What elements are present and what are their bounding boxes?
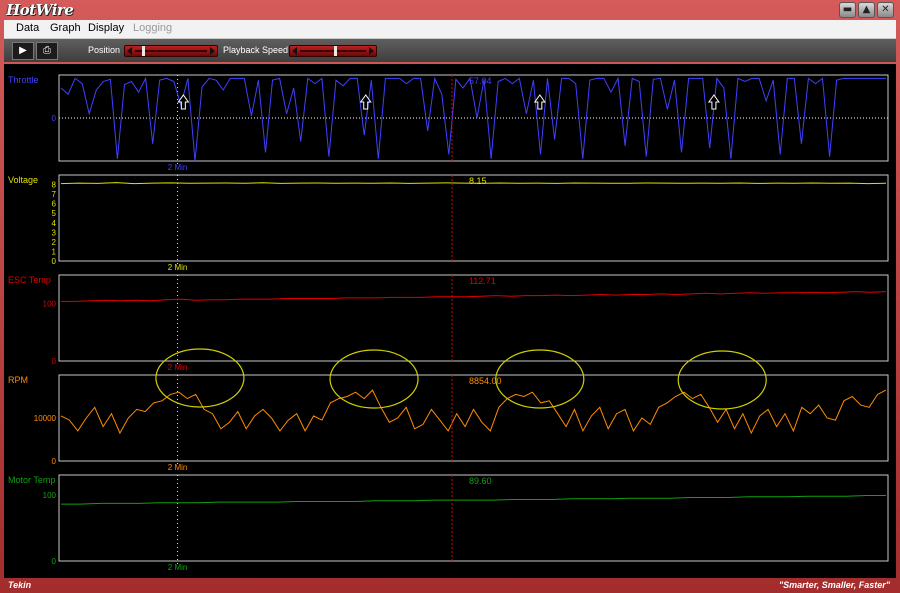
- y-tick-label: 0: [52, 257, 57, 266]
- status-bar: Tekin "Smarter, Smaller, Faster": [0, 579, 900, 593]
- panel-title: ESC Temp: [8, 275, 51, 285]
- series-line: [61, 495, 886, 505]
- position-label: Position: [88, 45, 121, 55]
- print-button[interactable]: ⎙: [36, 42, 58, 60]
- slider-track: [135, 50, 207, 52]
- app-logo: HotWire: [6, 1, 74, 19]
- toolbar: ▶ ⎙ Position Playback Speed: [4, 39, 896, 62]
- y-tick-label: 100: [43, 300, 57, 309]
- highlight-ellipse: [495, 349, 585, 409]
- y-tick-label: 4: [52, 219, 57, 228]
- slider-track: [300, 50, 366, 52]
- panel-title: Throttle: [8, 75, 39, 85]
- panel-frame: [58, 174, 889, 262]
- series-line: [60, 76, 886, 162]
- menu-graph[interactable]: Graph: [50, 22, 81, 34]
- y-tick-label: 0: [52, 114, 57, 123]
- time-marker-label: 2 Min: [168, 263, 188, 272]
- panel-title: Motor Temp: [8, 475, 55, 485]
- menu-data[interactable]: Data: [16, 22, 39, 34]
- cursor-value: 112.71: [469, 276, 496, 286]
- slider-right-arrow-icon[interactable]: [369, 47, 374, 55]
- y-tick-label: 6: [52, 200, 57, 209]
- y-tick-label: 1: [52, 247, 57, 256]
- play-icon: ▶: [19, 45, 27, 56]
- panel-frame: [58, 374, 889, 462]
- brand-logo: Tekin: [8, 580, 32, 590]
- panel-frame: [58, 274, 889, 362]
- menu-bar: Data Graph Display Logging: [4, 20, 896, 39]
- print-icon: ⎙: [43, 45, 51, 56]
- menu-logging[interactable]: Logging: [133, 22, 172, 34]
- time-marker-label: 2 Min: [168, 563, 188, 572]
- graph-canvas[interactable]: Throttle02 Min57.04Voltage0123456782 Min…: [4, 64, 896, 578]
- slider-left-arrow-icon[interactable]: [292, 47, 297, 55]
- series-line: [61, 291, 887, 302]
- play-button[interactable]: ▶: [12, 42, 34, 60]
- cursor-value: 8.15: [469, 176, 487, 186]
- slogan: "Smarter, Smaller, Faster": [778, 580, 890, 590]
- up-arrow-icon: [177, 94, 190, 110]
- highlight-ellipse: [155, 348, 245, 408]
- position-slider-handle[interactable]: [141, 46, 145, 56]
- time-marker-label: 2 Min: [168, 163, 188, 172]
- playback-speed-slider-handle[interactable]: [334, 46, 338, 56]
- playback-speed-label: Playback Speed: [223, 45, 289, 55]
- y-tick-label: 0: [52, 557, 57, 566]
- slider-right-arrow-icon[interactable]: [210, 47, 215, 55]
- app-window: HotWire ▬ ▲ ✕ Data Graph Display Logging…: [0, 0, 900, 593]
- highlight-ellipse: [329, 349, 419, 409]
- y-tick-label: 5: [52, 209, 57, 218]
- y-tick-label: 100: [43, 491, 57, 500]
- time-marker-label: 2 Min: [168, 463, 188, 472]
- panel-title: Voltage: [8, 175, 38, 185]
- panel-title: RPM: [8, 375, 28, 385]
- y-tick-label: 0: [52, 457, 57, 466]
- y-tick-label: 3: [52, 228, 57, 237]
- maximize-button[interactable]: ▲: [858, 2, 875, 18]
- slider-left-arrow-icon[interactable]: [127, 47, 132, 55]
- graph-area: Throttle 0 2 Min 57.04 Voltage 0 1 2 3 4 5 6 7 8 2 Min…: [4, 64, 896, 578]
- y-tick-label: 8: [52, 181, 57, 190]
- y-tick-label: 7: [52, 190, 57, 199]
- time-marker-label: 2 Min: [168, 363, 188, 372]
- position-slider[interactable]: [124, 45, 218, 57]
- title-bar: HotWire ▬ ▲ ✕: [0, 0, 900, 20]
- playback-speed-slider[interactable]: [289, 45, 377, 57]
- cursor-value: 89.60: [469, 476, 492, 486]
- minimize-button[interactable]: ▬: [839, 2, 856, 18]
- y-tick-label: 2: [52, 238, 57, 247]
- y-tick-label: 0: [52, 357, 57, 366]
- panel-frame: [58, 474, 889, 562]
- highlight-ellipse: [677, 350, 767, 410]
- close-button[interactable]: ✕: [877, 2, 894, 18]
- series-line: [60, 389, 887, 435]
- up-arrow-icon: [707, 94, 720, 110]
- window-controls: ▬ ▲ ✕: [839, 2, 894, 18]
- menu-display[interactable]: Display: [88, 22, 124, 34]
- cursor-value: 57.04: [469, 76, 492, 86]
- y-tick-label: 10000: [34, 414, 57, 423]
